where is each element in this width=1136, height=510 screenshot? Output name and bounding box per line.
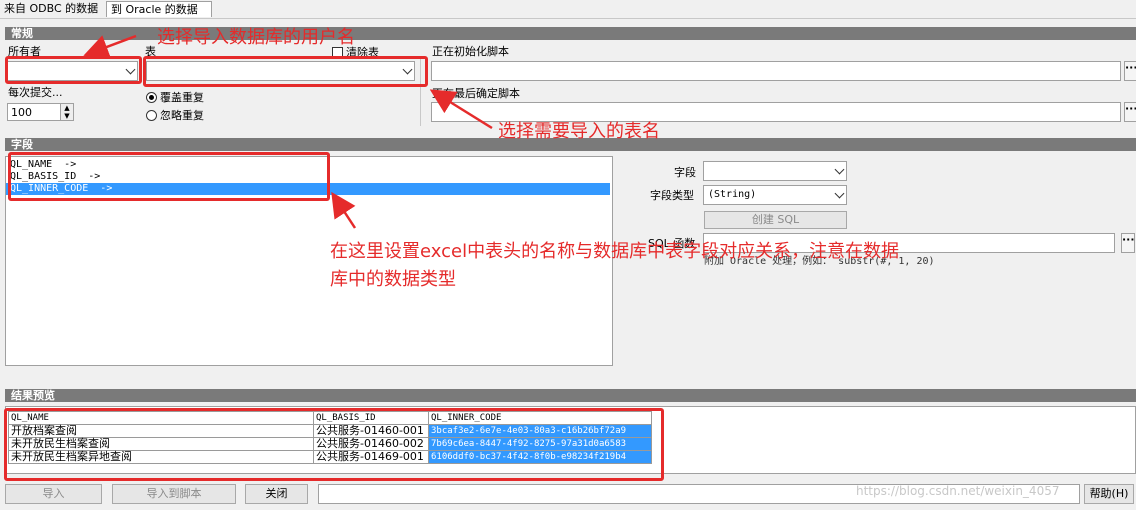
ignore-label: 忽略重复 — [160, 109, 204, 122]
watermark: https://blog.csdn.net/weixin_4057 — [856, 484, 1060, 498]
init-script-browse-button[interactable]: ··· — [1124, 61, 1136, 81]
field-type-combo[interactable]: (String) — [703, 185, 847, 205]
field-combo[interactable] — [703, 161, 847, 181]
annotation-box-mapping — [8, 152, 330, 201]
create-sql-button[interactable]: 创建 SQL — [704, 211, 847, 229]
tab-to-oracle[interactable]: 到 Oracle 的数据 — [106, 1, 212, 17]
close-button[interactable]: 关闭 — [245, 484, 308, 504]
commit-label: 每次提交... — [8, 86, 63, 99]
import-to-script-button[interactable]: 导入到脚本 — [112, 484, 236, 504]
tab-bar: 来自 ODBC 的数据 到 Oracle 的数据 — [0, 0, 1136, 19]
field-label: 字段 — [674, 166, 696, 179]
ellipsis-icon: ··· — [1125, 102, 1136, 115]
annotation-box-table — [143, 56, 428, 87]
field-type-label: 字段类型 — [650, 189, 694, 202]
section-preview-header: 结果预览 — [5, 389, 1136, 402]
chevron-down-icon — [834, 188, 845, 199]
final-script-label: 正在最后确定脚本 — [432, 87, 520, 100]
annotation-box-preview — [4, 408, 664, 481]
import-button[interactable]: 导入 — [5, 484, 102, 504]
ignore-radio[interactable] — [146, 110, 157, 121]
annotation-table-note: 选择需要导入的表名 — [498, 121, 660, 142]
ellipsis-icon: ··· — [1125, 61, 1136, 74]
chevron-down-icon — [834, 164, 845, 175]
field-type-value: (String) — [708, 189, 757, 200]
spinner-down-icon[interactable]: ▼ — [60, 112, 73, 120]
tab-from-odbc[interactable]: 来自 ODBC 的数据 — [0, 1, 104, 17]
annotation-owner-note: 选择导入数据库的用户名 — [157, 27, 355, 48]
annotation-box-owner — [5, 56, 142, 84]
annotation-mapping-note-line1: 在这里设置excel中表头的名称与数据库中表字段对应关系，注意在数据 — [330, 241, 900, 262]
spinner-up-icon[interactable]: ▲ — [60, 104, 73, 112]
ellipsis-icon: ··· — [1122, 233, 1135, 246]
commit-spinner[interactable]: 100 ▲ ▼ — [7, 103, 74, 121]
annotation-mapping-note-line2: 库中的数据类型 — [330, 269, 456, 290]
overwrite-radio[interactable] — [146, 92, 157, 103]
help-button[interactable]: 帮助(H) — [1084, 484, 1134, 504]
init-script-label: 正在初始化脚本 — [432, 45, 509, 58]
overwrite-label: 覆盖重复 — [160, 91, 204, 104]
init-script-input[interactable] — [431, 61, 1121, 81]
final-script-browse-button[interactable]: ··· — [1124, 102, 1136, 122]
commit-value: 100 — [11, 106, 32, 119]
sql-function-browse-button[interactable]: ··· — [1121, 233, 1135, 253]
